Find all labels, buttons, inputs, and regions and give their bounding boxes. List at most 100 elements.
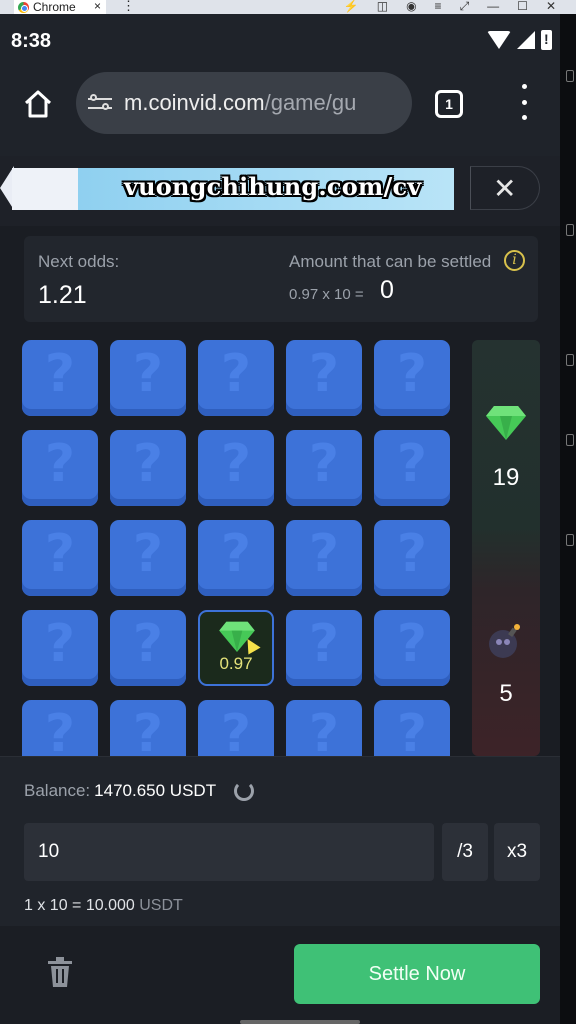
bomb-icon [489, 624, 520, 658]
question-mark-icon: ? [220, 524, 252, 584]
window-menu-icon[interactable]: ⋮ [122, 0, 135, 14]
hidden-tile[interactable]: ? [286, 700, 362, 756]
hidden-tile[interactable]: ? [286, 520, 362, 596]
action-footer: Settle Now [0, 926, 560, 1024]
balance-label: Balance: [24, 781, 91, 800]
hidden-tile[interactable]: ? [22, 520, 98, 596]
question-mark-icon: ? [396, 704, 428, 756]
chrome-logo-icon [18, 1, 29, 13]
question-mark-icon: ? [44, 704, 76, 756]
hidden-tile[interactable]: ? [198, 430, 274, 506]
hidden-tile[interactable]: ? [110, 340, 186, 416]
question-mark-icon: ? [308, 344, 340, 404]
bet-amount-input[interactable]: 10 [24, 823, 434, 881]
hidden-tile[interactable]: ? [22, 610, 98, 686]
hidden-tile[interactable]: ? [110, 430, 186, 506]
hidden-tile[interactable]: ? [374, 340, 450, 416]
settleable-amount-label: Amount that can be settled [289, 252, 492, 271]
next-odds-label: Next odds: [38, 252, 120, 271]
hidden-tile[interactable]: ? [22, 430, 98, 506]
balance-value: 1470.650 USDT [94, 781, 217, 800]
hidden-tile[interactable]: ? [22, 700, 98, 756]
hidden-tile[interactable]: ? [286, 610, 362, 686]
tab-switcher-button[interactable]: 1 [435, 90, 463, 118]
question-mark-icon: ? [132, 524, 164, 584]
bet-calc-expression: 1 x 10 = 10.000 [24, 897, 135, 914]
status-time: 8:38 [11, 30, 52, 52]
refresh-icon[interactable] [234, 781, 255, 801]
signal-icon [517, 31, 535, 49]
browser-toolbar: m.coinvid.com/game/gu 1 [0, 70, 560, 156]
multiply-by-3-button[interactable]: x3 [494, 823, 540, 881]
battery-icon [541, 30, 552, 50]
close-window-icon[interactable]: ✕ [546, 0, 556, 14]
question-mark-icon: ? [396, 344, 428, 404]
browser-tab[interactable]: Chrome × [14, 0, 106, 14]
question-mark-icon: ? [44, 614, 76, 674]
home-icon[interactable] [22, 88, 54, 120]
url-host: m.coinvid.com [124, 90, 265, 115]
question-mark-icon: ? [44, 524, 76, 584]
hidden-tile[interactable]: ? [110, 520, 186, 596]
bomb-count: 5 [499, 680, 513, 707]
hamburger-icon[interactable]: ≡ [435, 0, 442, 14]
revealed-gem-tile[interactable]: 0.97 [198, 610, 274, 686]
question-mark-icon: ? [396, 434, 428, 494]
gesture-bar [240, 1020, 360, 1024]
hidden-tile[interactable]: ? [286, 430, 362, 506]
hidden-tile[interactable]: ? [374, 700, 450, 756]
question-mark-icon: ? [132, 704, 164, 756]
question-mark-icon: ? [220, 344, 252, 404]
mines-grid: ????????????????? 0.97??????? [22, 340, 452, 756]
promo-banner[interactable]: vuongchihung.com/cv ✕ [0, 166, 560, 214]
minimize-icon[interactable]: — [487, 0, 499, 14]
question-mark-icon: ? [220, 434, 252, 494]
question-mark-icon: ? [396, 614, 428, 674]
hidden-tile[interactable]: ? [374, 430, 450, 506]
web-page: vuongchihung.com/cv ✕ Next odds: 1.21 Am… [0, 156, 560, 1024]
window-titlebar: Chrome × ⋮ ⚡ ◫ ◉ ≡ ⤢ — ☐ ✕ [0, 0, 576, 14]
question-mark-icon: ? [308, 524, 340, 584]
hidden-tile[interactable]: ? [198, 700, 274, 756]
account-icon[interactable]: ◉ [406, 0, 416, 14]
bet-calc-unit: USDT [139, 897, 183, 914]
banner-close-button[interactable]: ✕ [470, 166, 540, 210]
tab-close-button[interactable]: × [94, 0, 101, 13]
hidden-tile[interactable]: ? [110, 610, 186, 686]
side-strip [560, 14, 576, 1024]
hidden-tile[interactable]: ? [22, 340, 98, 416]
wifi-icon [487, 31, 511, 49]
hidden-tile[interactable]: ? [198, 520, 274, 596]
question-mark-icon: ? [308, 614, 340, 674]
counts-panel: 19 5 [472, 340, 540, 756]
divide-by-3-button[interactable]: /3 [442, 823, 488, 881]
bolt-icon[interactable]: ⚡ [344, 0, 359, 14]
settle-now-button[interactable]: Settle Now [294, 944, 540, 1004]
odds-panel: Next odds: 1.21 Amount that can be settl… [24, 236, 538, 322]
site-settings-icon[interactable] [88, 93, 112, 113]
expand-icon[interactable]: ⤢ [460, 0, 470, 14]
url-path: /game/gu [264, 90, 357, 115]
hidden-tile[interactable]: ? [374, 610, 450, 686]
gem-count: 19 [492, 464, 520, 491]
trash-icon[interactable] [46, 956, 74, 988]
gamepad-icon[interactable]: ◫ [377, 0, 388, 14]
maximize-icon[interactable]: ☐ [517, 0, 528, 14]
question-mark-icon: ? [132, 614, 164, 674]
browser-menu-icon[interactable] [514, 84, 534, 120]
hidden-tile[interactable]: ? [374, 520, 450, 596]
hidden-tile[interactable]: ? [198, 340, 274, 416]
window-tools: ⚡ ◫ ◉ ≡ ⤢ — ☐ ✕ [344, 0, 556, 14]
info-icon[interactable]: i [504, 250, 525, 271]
address-bar[interactable]: m.coinvid.com/game/gu [76, 72, 412, 134]
bet-calculation: 1 x 10 = 10.000 USDT [24, 897, 183, 915]
question-mark-icon: ? [44, 344, 76, 404]
hidden-tile[interactable]: ? [286, 340, 362, 416]
question-mark-icon: ? [220, 704, 252, 756]
balance-row: Balance: 1470.650 USDT [24, 781, 255, 801]
watermark-text: vuongchihung.com/cv [124, 172, 422, 201]
tile-odds-value: 0.97 [219, 654, 253, 673]
question-mark-icon: ? [308, 434, 340, 494]
gem-icon [486, 406, 526, 440]
hidden-tile[interactable]: ? [110, 700, 186, 756]
